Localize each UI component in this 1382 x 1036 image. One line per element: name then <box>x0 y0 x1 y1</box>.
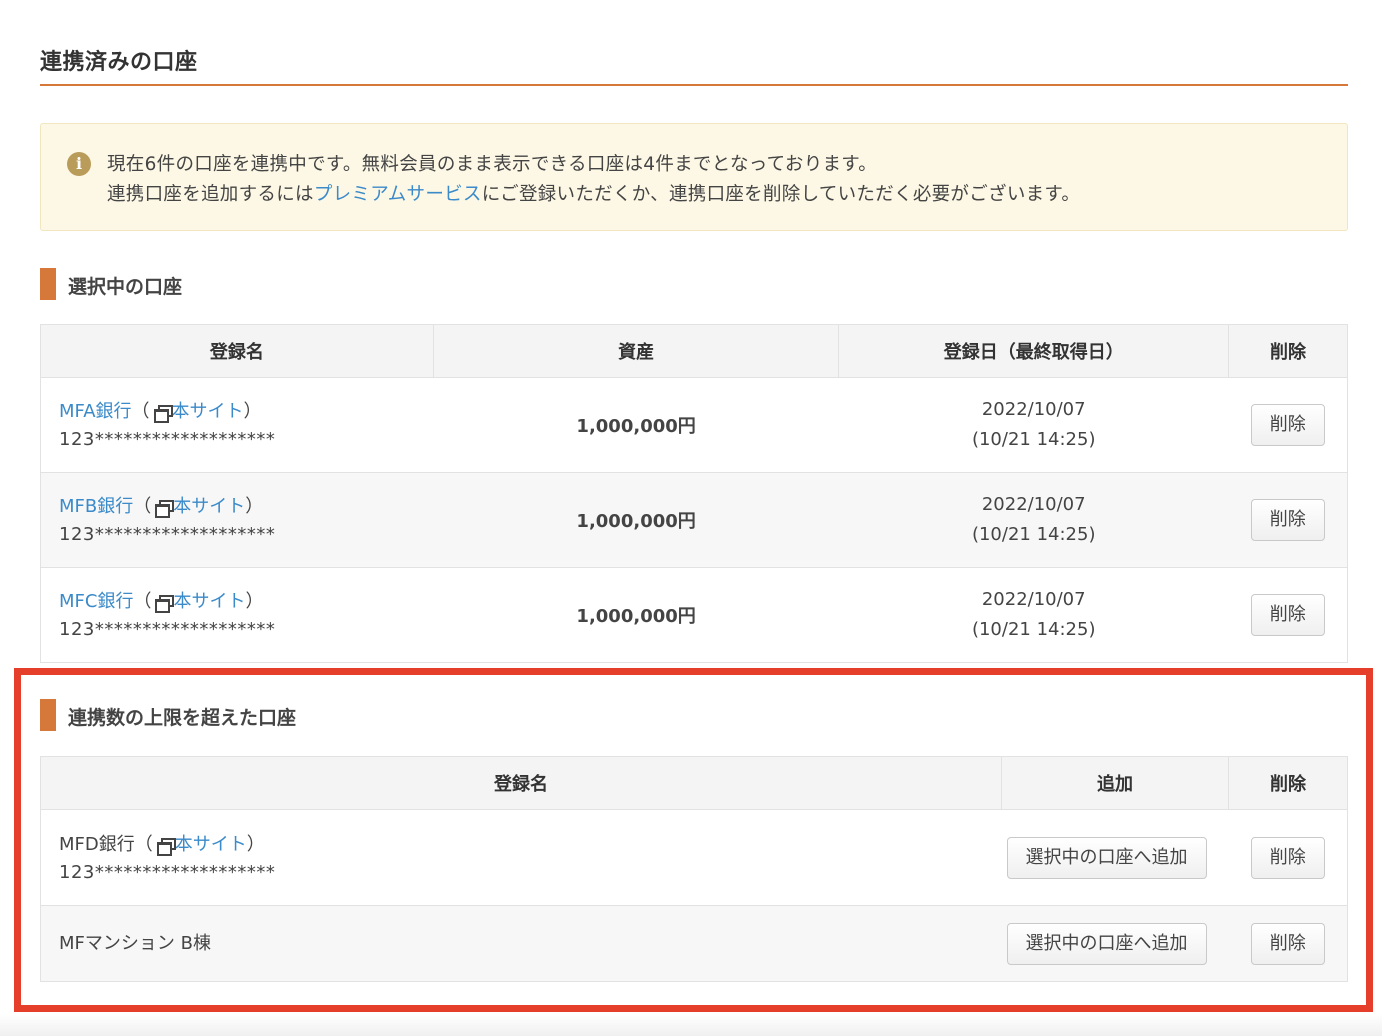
table-row: MFC銀行（ 本サイト） 123******************* 1,000… <box>40 567 1348 663</box>
notice-text-after: にご登録いただくか、連携口座を削除していただく必要がございます。 <box>481 184 1081 205</box>
delete-button[interactable]: 削除 <box>1250 594 1325 636</box>
registration-date-cell: 2022/10/07 (10/21 14:25) <box>838 377 1229 473</box>
external-link-icon <box>156 837 176 856</box>
bank-name-link[interactable]: MFA銀行 <box>59 401 132 422</box>
account-name-cell: MFマンション B棟 <box>39 905 1002 982</box>
external-link-icon <box>155 595 175 613</box>
paren-open: （ <box>134 833 153 855</box>
external-link-icon <box>155 500 175 518</box>
notice-text-before: 連携口座を追加するには <box>107 184 314 205</box>
premium-service-link[interactable]: プレミアムサービス <box>314 184 482 205</box>
selected-section-title: 選択中の口座 <box>68 276 183 298</box>
last-fetched: (10/21 14:25) <box>971 524 1096 545</box>
account-number: 123******************* <box>59 429 276 450</box>
asset-value: 1,000,000円 <box>433 567 839 663</box>
official-site-link[interactable]: 本サイト <box>172 401 244 422</box>
account-number: 123******************* <box>59 619 276 640</box>
delete-cell: 削除 <box>1228 905 1348 982</box>
over-limit-accounts-table: 登録名 追加 削除 MFD銀行（ 本サイト） 123***************… <box>39 756 1348 982</box>
paren-close: ） <box>243 401 262 422</box>
table-header-row: 登録名 資産 登録日（最終取得日） 削除 <box>40 324 1348 378</box>
delete-cell: 削除 <box>1228 567 1348 663</box>
delete-button[interactable]: 削除 <box>1250 922 1325 965</box>
account-number: 123******************* <box>59 861 276 883</box>
registration-date: 2022/10/07 <box>981 494 1086 515</box>
column-header-name: 登録名 <box>40 324 434 378</box>
bank-name-link[interactable]: MFB銀行 <box>59 496 133 517</box>
external-link-icon <box>153 405 173 423</box>
paren-open: （ <box>133 496 152 517</box>
delete-button[interactable]: 削除 <box>1250 836 1325 879</box>
table-header-row: 登録名 追加 削除 <box>39 756 1348 810</box>
bottom-edge <box>0 1014 1382 1036</box>
notice-line-2: 連携口座を追加するにはプレミアムサービスにご登録いただくか、連携口座を削除してい… <box>107 180 1080 206</box>
account-name-line: MFC銀行（ 本サイト） <box>59 587 433 617</box>
add-cell: 選択中の口座へ追加 <box>1001 809 1229 906</box>
paren-open: （ <box>133 591 152 612</box>
section-accent-bar <box>40 699 56 731</box>
column-header-add: 追加 <box>1001 756 1230 810</box>
registration-date: 2022/10/07 <box>981 589 1086 610</box>
account-name-cell: MFB銀行（ 本サイト） 123******************* <box>40 472 434 568</box>
registration-date-cell: 2022/10/07 (10/21 14:25) <box>838 472 1229 568</box>
asset-value: 1,000,000円 <box>433 377 839 473</box>
last-fetched: (10/21 14:25) <box>971 429 1096 450</box>
delete-cell: 削除 <box>1228 809 1348 906</box>
paren-close: ） <box>245 591 264 612</box>
official-site-link[interactable]: 本サイト <box>173 591 245 612</box>
column-header-delete: 削除 <box>1228 324 1348 378</box>
account-name-line: MFA銀行（ 本サイト） <box>59 397 433 427</box>
notice-box: i 現在6件の口座を連携中です。無料会員のまま表示できる口座は4件までとなってお… <box>40 123 1348 231</box>
delete-cell: 削除 <box>1228 472 1348 568</box>
table-row: MFマンション B棟 選択中の口座へ追加 削除 <box>39 905 1348 982</box>
page-title: 連携済みの口座 <box>40 50 198 75</box>
add-to-selected-button[interactable]: 選択中の口座へ追加 <box>1006 836 1207 879</box>
account-name-cell: MFD銀行（ 本サイト） 123******************* <box>39 809 1002 906</box>
asset-value: 1,000,000円 <box>433 472 839 568</box>
column-header-date: 登録日（最終取得日） <box>838 324 1230 378</box>
bank-name-link[interactable]: MFC銀行 <box>59 591 133 612</box>
account-name-cell: MFC銀行（ 本サイト） 123******************* <box>40 567 434 663</box>
table-row: MFA銀行（ 本サイト） 123******************* 1,000… <box>40 377 1348 473</box>
column-header-delete: 削除 <box>1228 756 1348 810</box>
paren-close: ） <box>246 833 265 855</box>
registration-date: 2022/10/07 <box>981 399 1086 420</box>
column-header-asset: 資産 <box>432 324 840 378</box>
last-fetched: (10/21 14:25) <box>971 619 1096 640</box>
delete-button[interactable]: 削除 <box>1250 404 1325 446</box>
column-header-name: 登録名 <box>39 756 1003 810</box>
account-name-line: MFD銀行（ 本サイト） <box>59 830 1002 860</box>
info-icon: i <box>67 152 91 176</box>
registration-date-cell: 2022/10/07 (10/21 14:25) <box>838 567 1229 663</box>
property-name: MFマンション B棟 <box>59 932 211 954</box>
selected-accounts-table: 登録名 資産 登録日（最終取得日） 削除 MFA銀行（ 本サイト） 123****… <box>40 324 1348 663</box>
official-site-link[interactable]: 本サイト <box>173 496 245 517</box>
delete-cell: 削除 <box>1228 377 1348 473</box>
title-divider <box>40 84 1348 86</box>
account-name-line: MFB銀行（ 本サイト） <box>59 492 433 522</box>
account-name-cell: MFA銀行（ 本サイト） 123******************* <box>40 377 434 473</box>
table-row: MFD銀行（ 本サイト） 123******************* 選択中の口… <box>39 809 1348 906</box>
official-site-link[interactable]: 本サイト <box>175 834 247 855</box>
account-number: 123******************* <box>59 524 276 545</box>
add-to-selected-button[interactable]: 選択中の口座へ追加 <box>1006 922 1207 965</box>
notice-line-1: 現在6件の口座を連携中です。無料会員のまま表示できる口座は4件までとなっておりま… <box>107 154 878 175</box>
paren-close: ） <box>245 496 264 517</box>
section-accent-bar <box>40 268 56 300</box>
add-cell: 選択中の口座へ追加 <box>1001 905 1229 982</box>
paren-open: （ <box>131 401 150 422</box>
delete-button[interactable]: 削除 <box>1250 499 1325 541</box>
over-limit-section-title: 連携数の上限を超えた口座 <box>68 707 297 729</box>
bank-name: MFD銀行 <box>59 833 135 855</box>
table-row: MFB銀行（ 本サイト） 123******************* 1,000… <box>40 472 1348 568</box>
